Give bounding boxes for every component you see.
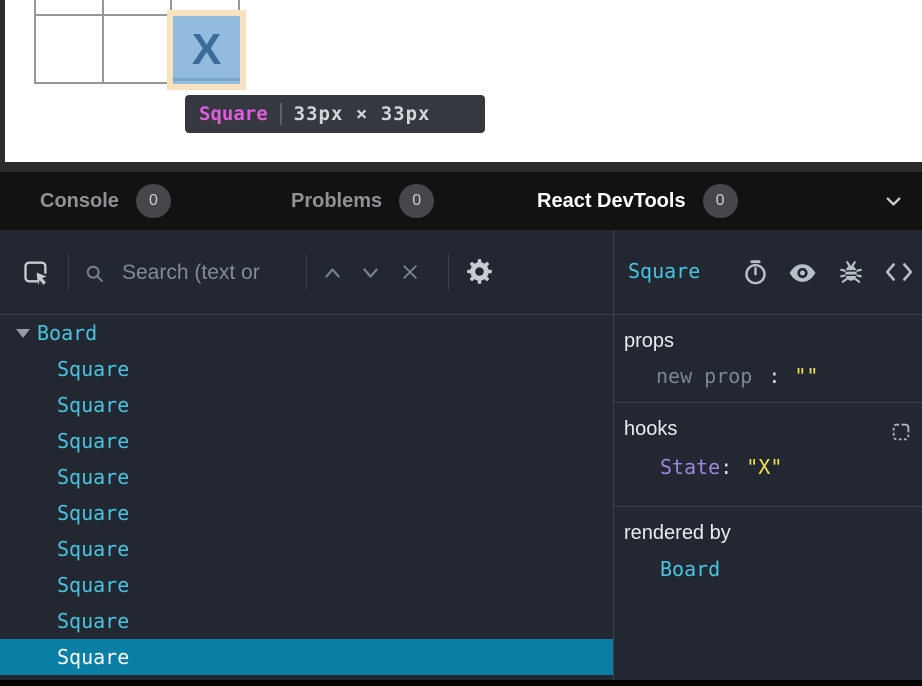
tree-row-square[interactable]: Square <box>0 351 613 387</box>
toolbar-separator <box>306 254 307 290</box>
bottom-edge <box>0 680 922 686</box>
board-cell[interactable] <box>104 16 170 82</box>
expand-arrow-icon[interactable] <box>16 329 30 338</box>
view-source-icon[interactable] <box>884 261 914 283</box>
tree-row-square[interactable]: Square <box>0 495 613 531</box>
browser-page: X Square 33px × 33px <box>0 0 922 162</box>
tree-row-square[interactable]: Square <box>0 387 613 423</box>
settings-gear-icon[interactable] <box>466 258 493 285</box>
hooks-header: hooks <box>614 403 922 441</box>
rendered-by-header: rendered by <box>614 507 922 545</box>
hooks-section: hooks State : "X" <box>614 403 922 507</box>
search-input[interactable] <box>120 254 302 292</box>
component-tree: Board Square Square Square Square Square Squar… <box>0 315 613 680</box>
tab-problems[interactable]: Problems 0 <box>291 172 434 230</box>
tab-console[interactable]: Console 0 <box>40 172 171 230</box>
tree-row-square[interactable]: Square <box>0 639 613 675</box>
board-cell[interactable] <box>104 0 170 14</box>
rendered-by-board-link[interactable]: Board <box>614 557 720 581</box>
tree-row-board[interactable]: Board <box>0 315 613 351</box>
devtools-top-edge <box>0 162 922 172</box>
tab-label: React DevTools <box>537 190 686 213</box>
board-cell[interactable] <box>36 16 102 82</box>
tooltip-divider <box>280 103 282 125</box>
new-prop-value-input[interactable]: "" <box>794 364 818 388</box>
component-name: Square <box>57 573 129 597</box>
props-header: props <box>614 315 922 353</box>
tab-count-badge: 0 <box>399 184 434 218</box>
component-name: Square <box>57 645 129 669</box>
next-result-button[interactable] <box>360 265 381 281</box>
component-name: Square <box>57 429 129 453</box>
toolbar-separator <box>448 254 449 290</box>
tooltip-dimensions: 33px × 33px <box>294 103 431 125</box>
inspect-highlight-padding: X <box>167 10 246 90</box>
inspect-dom-eye-icon[interactable] <box>788 261 817 285</box>
props-section: props new prop : "" <box>614 315 922 403</box>
tab-react-devtools[interactable]: React DevTools 0 <box>537 172 738 230</box>
tooltip-component-name: Square <box>199 103 268 125</box>
clear-search-button[interactable] <box>400 262 420 282</box>
element-picker-button[interactable] <box>22 258 50 286</box>
prop-colon: : <box>768 364 780 388</box>
tree-row-square[interactable]: Square <box>0 459 613 495</box>
tab-count-badge: 0 <box>136 184 171 218</box>
tab-label: Problems <box>291 190 382 213</box>
collapse-panel-chevron-icon[interactable] <box>882 190 905 213</box>
inspect-tooltip: Square 33px × 33px <box>185 95 485 133</box>
tree-row-square[interactable]: Square <box>0 603 613 639</box>
component-name: Square <box>57 537 129 561</box>
board-cell[interactable] <box>36 0 102 14</box>
component-name: Board <box>37 321 97 345</box>
tree-row-square[interactable]: Square <box>0 423 613 459</box>
parse-hook-names-icon[interactable] <box>890 421 912 443</box>
component-name: Square <box>57 393 129 417</box>
component-name: Square <box>57 465 129 489</box>
tree-row-square[interactable]: Square <box>0 531 613 567</box>
selected-component-title: Square <box>628 259 700 283</box>
window-edge <box>0 0 5 162</box>
react-devtools-panel: Square Board Square Square Square Square Squa… <box>0 230 922 680</box>
hook-state-label: State <box>660 455 720 479</box>
tab-bar: Console 0 Problems 0 React DevTools 0 <box>0 172 922 230</box>
search-icon <box>84 263 105 284</box>
component-name: Square <box>57 501 129 525</box>
component-name: Square <box>57 357 129 381</box>
new-prop-input[interactable]: new prop <box>656 364 752 388</box>
hook-state-value[interactable]: "X" <box>746 455 782 479</box>
toolbar-separator <box>68 254 69 290</box>
tab-count-badge: 0 <box>703 184 738 218</box>
component-name: Square <box>57 609 129 633</box>
component-inspector: props new prop : "" hooks State : "X" <box>614 315 922 680</box>
log-bug-icon[interactable] <box>838 259 864 285</box>
inspected-square-cell[interactable]: X <box>173 16 240 84</box>
tab-label: Console <box>40 190 119 213</box>
previous-result-button[interactable] <box>322 265 343 281</box>
tree-row-square[interactable]: Square <box>0 567 613 603</box>
suspend-timer-icon[interactable] <box>742 259 769 286</box>
hook-colon: : <box>720 455 732 479</box>
rendered-by-section: rendered by Board <box>614 507 922 679</box>
